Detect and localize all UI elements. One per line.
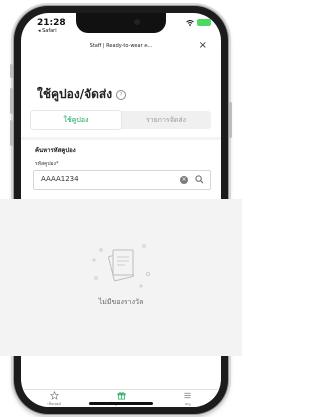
notch xyxy=(76,13,166,33)
star-icon xyxy=(49,391,59,400)
empty-state-sheet: ไม่มีของรางวัล xyxy=(0,199,242,356)
tabbar-label: เมนู xyxy=(184,402,191,406)
tab-use-coupon[interactable]: ใช้คูปอง xyxy=(31,111,121,129)
tab-bar: ใช้คูปอง รายการจัดส่ง xyxy=(31,111,211,129)
camera-icon xyxy=(134,19,140,25)
volume-up-button xyxy=(10,88,13,114)
search-icon[interactable] xyxy=(195,175,204,184)
coupon-code-input[interactable]: AAAA1234 × xyxy=(33,170,211,190)
power-button xyxy=(229,102,232,138)
status-time: 21:28 xyxy=(37,18,66,28)
volume-down-button xyxy=(10,120,13,146)
browser-title-bar: Staff | Ready-to-wear ค... × xyxy=(21,39,221,55)
gift-icon xyxy=(117,392,125,400)
menu-icon xyxy=(184,392,191,399)
heading-text: ใช้คูปอง/จัดส่ง xyxy=(37,87,113,101)
clear-icon[interactable]: × xyxy=(180,176,188,184)
search-section-label: ค้นหารหัสคูปอง xyxy=(35,147,76,154)
tabbar-item-checkpoint[interactable]: เช็คเพยล์ xyxy=(21,390,88,407)
page-heading: ใช้คูปอง/จัดส่ง ? xyxy=(37,85,127,104)
coupon-code-label: รหัสคูปอง* xyxy=(35,161,59,167)
section-divider xyxy=(21,137,221,140)
tabbar-item-menu[interactable]: เมนู xyxy=(154,390,221,407)
battery-icon xyxy=(197,19,211,26)
status-bar: 21:28 ◂ Safari xyxy=(21,13,221,37)
tabbar-label: เช็คเพยล์ xyxy=(47,402,62,406)
status-icons xyxy=(186,19,211,26)
mute-switch xyxy=(10,64,13,78)
back-to-app-link[interactable]: ◂ Safari xyxy=(38,28,57,34)
home-indicator xyxy=(89,402,153,405)
empty-state-text: ไม่มีของรางวัล xyxy=(98,298,144,306)
page-title: Staff | Ready-to-wear ค... xyxy=(89,43,153,49)
close-button[interactable]: × xyxy=(199,39,207,53)
help-icon[interactable]: ? xyxy=(116,89,127,100)
empty-box-icon xyxy=(92,244,151,288)
coupon-code-value[interactable]: AAAA1234 xyxy=(41,175,79,183)
tab-delivery-list[interactable]: รายการจัดส่ง xyxy=(121,111,211,129)
wifi-icon xyxy=(186,19,194,26)
